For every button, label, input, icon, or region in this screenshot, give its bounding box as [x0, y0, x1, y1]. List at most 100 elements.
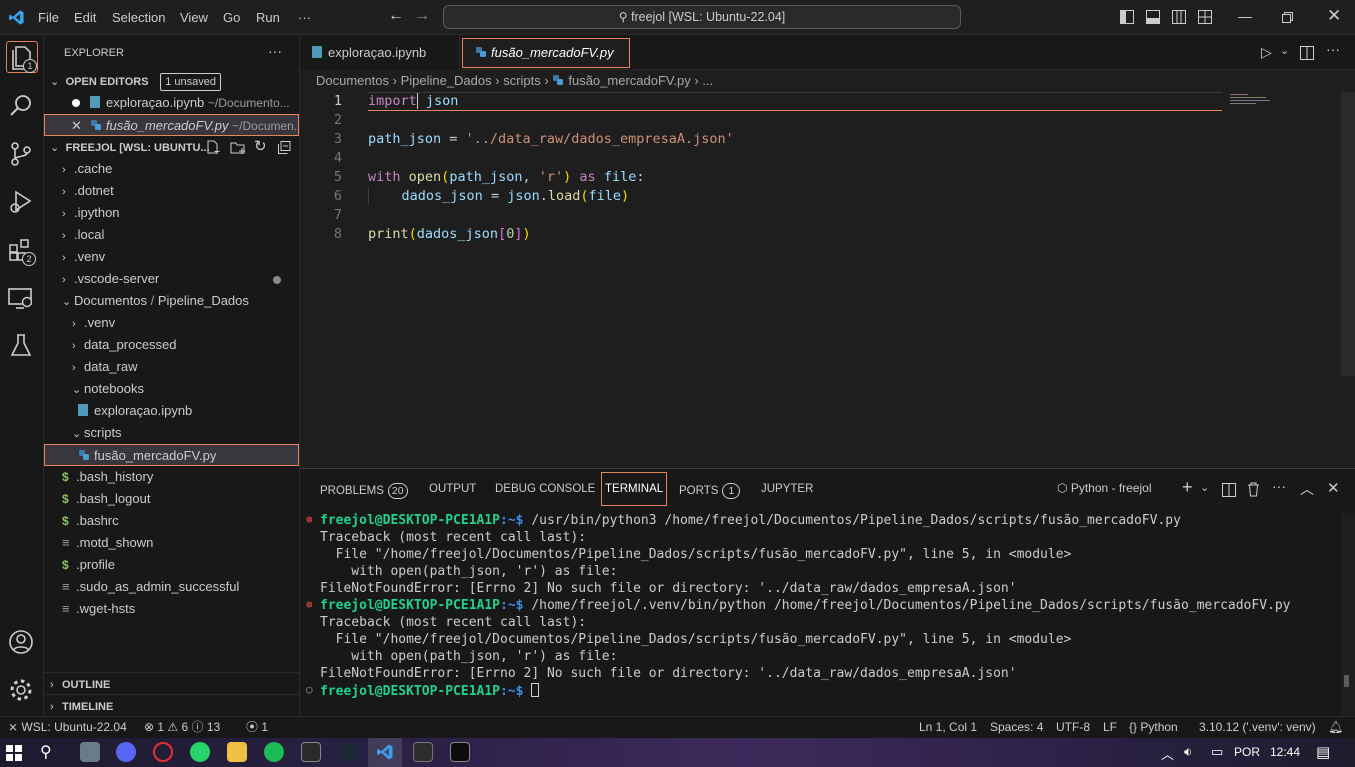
split-terminal-icon[interactable] — [1222, 483, 1236, 497]
minimize-icon[interactable]: — — [1238, 8, 1252, 24]
manage-activity[interactable] — [6, 675, 38, 707]
remote-explorer-activity[interactable] — [6, 283, 38, 315]
tree-folder-expanded[interactable]: ⌄ scripts — [44, 422, 299, 444]
testing-activity[interactable] — [6, 331, 38, 363]
close-panel-icon[interactable]: ✕ — [1327, 479, 1340, 497]
maximize-panel-icon[interactable]: ︿ — [1300, 479, 1314, 499]
menu-edit[interactable]: Edit — [74, 10, 96, 25]
back-arrow-icon[interactable]: ← — [388, 7, 404, 25]
breadcrumb-item[interactable]: Documentos — [316, 73, 389, 88]
open-editor-item-active[interactable]: ✕ fusão_mercadoFV.py ~/Documen... — [44, 114, 299, 136]
tree-file[interactable]: ≡ .wget-hsts — [44, 598, 299, 620]
trash-icon[interactable] — [1247, 482, 1260, 497]
cmd-app-icon[interactable] — [450, 742, 470, 762]
menu-go[interactable]: Go — [223, 10, 240, 25]
indentation[interactable]: Spaces: 4 — [990, 717, 1043, 738]
end-of-line[interactable]: LF — [1103, 717, 1117, 738]
workspace-header[interactable]: ⌄ FREEJOL [WSL: UBUNTU... ↻ — [44, 136, 299, 158]
run-debug-activity[interactable] — [6, 187, 38, 219]
toggle-primary-sidebar-icon[interactable] — [1120, 10, 1134, 24]
language-mode[interactable]: {} Python — [1129, 717, 1178, 738]
tree-folder[interactable]: › .cache — [44, 158, 299, 180]
split-editor-icon[interactable] — [1300, 46, 1314, 60]
tab-fusao-mercadofv[interactable]: fusão_mercadoFV.py ✕ — [462, 38, 630, 88]
code-editor[interactable]: 1 2 3 4 5 6 7 8 import json path_json = … — [300, 92, 1355, 468]
tree-folder[interactable]: › .venv — [44, 246, 299, 268]
terminal-app-icon[interactable] — [413, 742, 433, 762]
tree-file[interactable]: $ .bash_logout — [44, 488, 299, 510]
clock[interactable]: 12:44 — [1270, 745, 1300, 759]
terminal-selector[interactable]: ⬡ Python - freejol — [1057, 481, 1152, 495]
tree-folder[interactable]: › .venv — [44, 312, 299, 334]
close-window-icon[interactable]: ✕ — [1327, 6, 1341, 26]
more-actions-icon[interactable]: ··· — [1326, 41, 1340, 57]
taskbar-search-icon[interactable]: ⚲ — [40, 742, 52, 762]
vscode-taskbar-active[interactable] — [368, 738, 402, 767]
command-center-search[interactable]: ⚲ freejol [WSL: Ubuntu-22.04] — [443, 5, 961, 29]
encoding[interactable]: UTF-8 — [1056, 717, 1090, 738]
notification-center-icon[interactable]: ▤ — [1316, 743, 1330, 761]
windows-start-icon[interactable] — [6, 745, 22, 761]
new-terminal-icon[interactable]: + — [1182, 477, 1193, 498]
photos-app-icon[interactable] — [80, 742, 100, 762]
tree-folder-expanded[interactable]: ⌄ notebooks — [44, 378, 299, 400]
breadcrumb-item[interactable]: scripts — [503, 73, 541, 88]
toggle-panel-icon[interactable] — [1146, 10, 1160, 24]
new-folder-icon[interactable] — [230, 140, 245, 155]
python-interpreter[interactable]: 3.10.12 ('.venv': venv) — [1199, 717, 1316, 738]
tab-problems[interactable]: PROBLEMS 20 — [320, 483, 408, 499]
tree-folder[interactable]: › .dotnet — [44, 180, 299, 202]
terminal-scrollbar[interactable] — [1341, 513, 1355, 717]
problems-indicator[interactable]: ⊗ 1 ⚠ 6 ⓘ 13 — [144, 717, 220, 738]
tree-file[interactable]: $ .profile — [44, 554, 299, 576]
editor-scrollbar[interactable] — [1341, 92, 1355, 376]
minimap[interactable] — [1230, 94, 1274, 108]
tree-folder-expanded[interactable]: ⌄ Documentos / Pipeline_Dados — [44, 290, 299, 312]
tree-file-selected[interactable]: fusão_mercadoFV.py — [44, 444, 299, 466]
menu-more[interactable]: ··· — [298, 10, 311, 25]
discord-app-icon[interactable] — [116, 742, 136, 762]
extensions-activity[interactable]: 2 — [6, 235, 38, 267]
tab-ports[interactable]: PORTS 1 — [679, 483, 741, 499]
tree-folder[interactable]: › .local — [44, 224, 299, 246]
network-icon[interactable]: ▭ — [1211, 744, 1223, 760]
accounts-activity[interactable] — [6, 627, 38, 659]
explorer-more-button[interactable]: ··· — [268, 43, 282, 59]
tray-chevron-up-icon[interactable]: ︿ — [1161, 744, 1174, 763]
forward-arrow-icon[interactable]: → — [414, 7, 430, 25]
search-activity[interactable] — [6, 91, 38, 123]
opera-app-icon[interactable] — [153, 742, 173, 762]
tree-folder[interactable]: › data_raw — [44, 356, 299, 378]
breadcrumb-item[interactable]: ... — [702, 73, 713, 88]
timeline-header[interactable]: › TIMELINE — [44, 694, 299, 716]
run-file-icon[interactable]: ▷ — [1261, 44, 1272, 61]
menu-view[interactable]: View — [180, 10, 208, 25]
menu-file[interactable]: File — [38, 10, 59, 25]
refresh-icon[interactable]: ↻ — [254, 136, 267, 158]
collapse-all-icon[interactable] — [278, 141, 291, 154]
tree-folder[interactable]: › .ipython — [44, 202, 299, 224]
customize-layout-icon[interactable] — [1198, 10, 1212, 24]
tree-file[interactable]: $ .bash_history — [44, 466, 299, 488]
tree-folder[interactable]: › .vscode-server — [44, 268, 299, 290]
whatsapp-app-icon[interactable] — [190, 742, 210, 762]
breadcrumb-item[interactable]: fusão_mercadoFV.py — [568, 73, 690, 88]
tab-jupyter[interactable]: JUPYTER — [761, 483, 813, 495]
more-actions-icon[interactable]: ··· — [1272, 478, 1286, 494]
chevron-down-icon[interactable]: ⌄ — [1280, 44, 1289, 57]
cursor-position[interactable]: Ln 1, Col 1 — [919, 717, 977, 738]
open-editors-header[interactable]: ⌄ OPEN EDITORS 1 unsaved — [44, 70, 299, 92]
epic-games-app-icon[interactable] — [301, 742, 321, 762]
menu-run[interactable]: Run — [256, 10, 280, 25]
chevron-down-icon[interactable]: ⌄ — [1200, 481, 1209, 494]
tree-file[interactable]: ≡ .motd_shown — [44, 532, 299, 554]
breadcrumb-item[interactable]: Pipeline_Dados — [401, 73, 492, 88]
outline-header[interactable]: › OUTLINE — [44, 672, 299, 694]
remote-indicator[interactable]: ⨯ WSL: Ubuntu-22.04 — [0, 717, 135, 738]
tree-file[interactable]: exploraçao.ipynb — [44, 400, 299, 422]
file-explorer-app-icon[interactable] — [227, 742, 247, 762]
steam-app-icon[interactable] — [338, 742, 358, 762]
ports-indicator[interactable]: ⦿ 1 — [246, 717, 268, 738]
spotify-app-icon[interactable] — [264, 742, 284, 762]
toggle-secondary-sidebar-icon[interactable] — [1172, 10, 1186, 24]
